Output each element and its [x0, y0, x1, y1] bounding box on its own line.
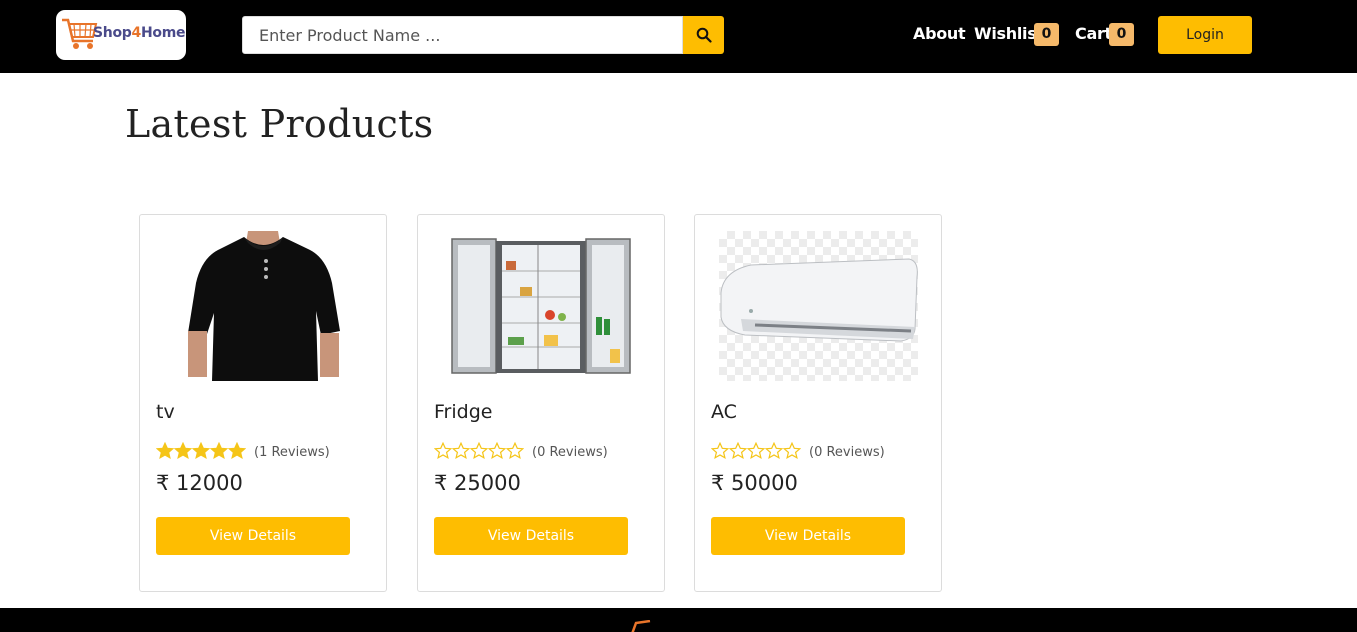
rating-stars: [434, 442, 524, 460]
rating-stars: [711, 442, 801, 460]
search-input[interactable]: [242, 16, 683, 54]
star-filled-icon: [228, 442, 246, 460]
black-tshirt-image[interactable]: [156, 231, 369, 381]
star-filled-icon: [174, 442, 192, 460]
footer: [0, 608, 1357, 632]
brand-logo[interactable]: Shop4Home: [56, 10, 186, 60]
star-empty-icon: [488, 442, 506, 460]
view-details-button[interactable]: View Details: [156, 517, 350, 555]
air-conditioner-image[interactable]: [711, 231, 924, 381]
product-price: ₹ 12000: [156, 471, 243, 495]
view-details-button[interactable]: View Details: [434, 517, 628, 555]
star-empty-icon: [747, 442, 765, 460]
star-empty-icon: [452, 442, 470, 460]
product-name: AC: [711, 401, 737, 423]
star-empty-icon: [765, 442, 783, 460]
search-bar: [242, 16, 724, 54]
search-icon: [696, 27, 712, 43]
product-name: Fridge: [434, 401, 493, 423]
product-card: AC (0 Reviews) ₹ 50000 View Details: [694, 214, 942, 592]
footer-logo-icon: [631, 620, 651, 632]
top-navbar: Shop4Home About Wishlist 0 Cart 0 Login: [0, 0, 1357, 73]
product-name: tv: [156, 401, 175, 423]
view-details-button[interactable]: View Details: [711, 517, 905, 555]
star-empty-icon: [470, 442, 488, 460]
wishlist-count-badge: 0: [1034, 23, 1059, 46]
cart-count-badge: 0: [1109, 23, 1134, 46]
product-price: ₹ 50000: [711, 471, 798, 495]
search-button[interactable]: [683, 16, 724, 54]
review-count: (0 Reviews): [809, 445, 885, 460]
star-empty-icon: [729, 442, 747, 460]
star-filled-icon: [192, 442, 210, 460]
product-card: Fridge (0 Reviews) ₹ 25000 View Details: [417, 214, 665, 592]
product-price: ₹ 25000: [434, 471, 521, 495]
nav-cart-link[interactable]: Cart: [1075, 24, 1112, 43]
product-card: tv (1 Reviews) ₹ 12000 View Details: [139, 214, 387, 592]
review-count: (1 Reviews): [254, 445, 330, 460]
star-empty-icon: [783, 442, 801, 460]
rating-stars: [156, 442, 246, 460]
star-empty-icon: [506, 442, 524, 460]
logo-text: Shop4Home: [93, 25, 186, 41]
star-empty-icon: [434, 442, 452, 460]
star-filled-icon: [210, 442, 228, 460]
star-empty-icon: [711, 442, 729, 460]
nav-about-link[interactable]: About: [913, 24, 966, 43]
login-button[interactable]: Login: [1158, 16, 1252, 54]
review-count: (0 Reviews): [532, 445, 608, 460]
page-title: Latest Products: [125, 102, 434, 146]
fridge-image[interactable]: [434, 231, 647, 381]
star-filled-icon: [156, 442, 174, 460]
